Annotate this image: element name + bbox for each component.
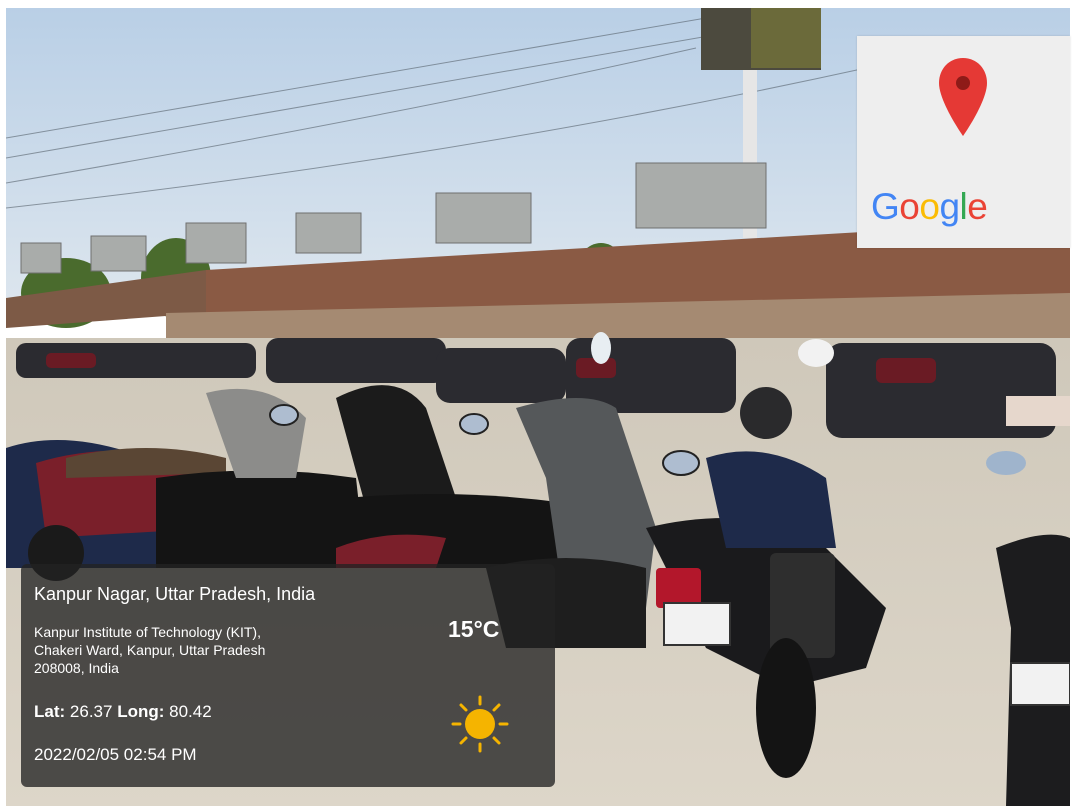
temperature-readout: 15°C (448, 616, 500, 642)
address-block: Kanpur Institute of Technology (KIT), Ch… (34, 623, 374, 677)
sun-icon (451, 695, 509, 753)
google-logo: Google (871, 186, 988, 228)
google-map-card[interactable]: Google (857, 36, 1070, 248)
timestamp: 2022/02/05 02:54 PM (34, 745, 197, 764)
long-label: Long: (117, 702, 165, 721)
lat-long-readout: Lat: 26.37 Long: 80.42 (34, 702, 212, 722)
long-value: 80.42 (169, 702, 212, 721)
lat-value: 26.37 (69, 702, 113, 721)
address-line: Kanpur Institute of Technology (KIT), (34, 624, 261, 640)
google-logo-letter: o (899, 186, 920, 227)
place-title: Kanpur Nagar, Uttar Pradesh, India (34, 584, 316, 604)
google-logo-letter: G (871, 186, 900, 227)
map-pin-icon (939, 58, 987, 136)
google-logo-letter: o (919, 186, 940, 227)
google-logo-letter: g (939, 186, 960, 227)
geotag-info-panel: Kanpur Nagar, Uttar Pradesh, India Kanpu… (21, 564, 555, 787)
lat-label: Lat: (34, 702, 66, 721)
address-line: Chakeri Ward, Kanpur, Uttar Pradesh (34, 642, 266, 658)
google-logo-letter: e (967, 186, 988, 227)
address-line: 208008, India (34, 660, 119, 676)
